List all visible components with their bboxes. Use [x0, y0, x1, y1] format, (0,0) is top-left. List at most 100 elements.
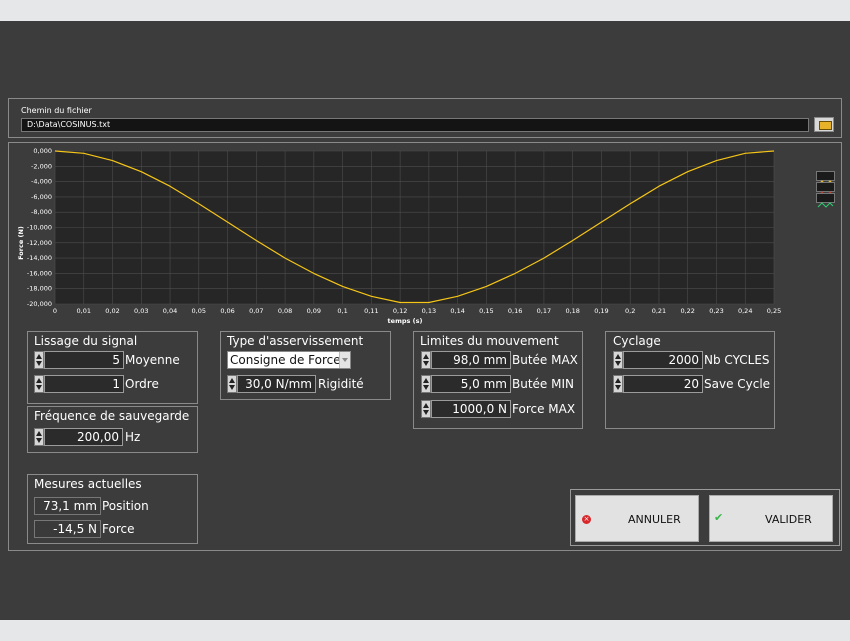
x-tick-label: 0,05	[192, 307, 206, 315]
file-path-panel: Chemin du fichier D:\Data\COSINUS.txt	[8, 98, 842, 138]
asservissement-title: Type d'asservissement	[227, 334, 364, 348]
x-tick-label: 0,2	[625, 307, 635, 315]
valider-button[interactable]: ✔ VALIDER	[709, 495, 833, 542]
annuler-label: ANNULER	[628, 513, 681, 526]
position-label: Position	[102, 499, 149, 513]
annuler-button[interactable]: × ANNULER	[575, 495, 699, 542]
moyenne-spinner[interactable]	[34, 351, 44, 369]
y-tick-label: -14,000	[27, 254, 52, 262]
x-tick-label: 0,25	[767, 307, 781, 315]
save-cycle-spinner[interactable]	[613, 375, 623, 393]
butee-max-spinner[interactable]	[421, 351, 431, 369]
lissage-panel: Lissage du signal 5 Moyenne 1 Ordre	[27, 331, 198, 404]
moyenne-input[interactable]: 5	[44, 351, 124, 369]
x-axis-label: temps (s)	[388, 317, 423, 325]
y-tick-label: -16,000	[27, 269, 52, 277]
x-tick-label: 0,17	[537, 307, 551, 315]
line-plot-icon-red[interactable]	[816, 182, 835, 197]
chevron-down-icon	[339, 352, 350, 368]
y-tick-label: -6,000	[31, 193, 52, 201]
y-tick-label: -12,000	[27, 239, 52, 247]
frequence-input[interactable]: 200,00	[44, 428, 123, 446]
y-tick-label: -18,000	[27, 285, 52, 293]
y-axis-label: Force (N)	[17, 226, 25, 260]
force-display: -14,5 N	[34, 520, 101, 538]
x-tick-label: 0,06	[220, 307, 234, 315]
y-tick-label: -2,000	[31, 162, 52, 170]
x-tick-label: 0,14	[450, 307, 464, 315]
butee-min-label: Butée MIN	[512, 377, 574, 391]
x-tick-label: 0,09	[307, 307, 321, 315]
x-tick-label: 0,04	[163, 307, 177, 315]
rigidite-label: Rigidité	[318, 377, 364, 391]
x-tick-label: 0,03	[134, 307, 148, 315]
x-tick-label: 0,13	[422, 307, 436, 315]
butee-min-spinner[interactable]	[421, 375, 431, 393]
x-tick-label: 0,23	[709, 307, 723, 315]
nb-cycles-input[interactable]: 2000	[623, 351, 703, 369]
x-tick-label: 0,12	[393, 307, 407, 315]
nb-cycles-spinner[interactable]	[613, 351, 623, 369]
check-icon: ✔	[714, 511, 724, 524]
x-tick-label: 0,11	[364, 307, 378, 315]
x-tick-label: 0,1	[337, 307, 347, 315]
x-tick-label: 0,22	[680, 307, 694, 315]
ordre-spinner[interactable]	[34, 375, 44, 393]
ordre-label: Ordre	[125, 377, 159, 391]
asservissement-panel: Type d'asservissement Consigne de Force …	[220, 331, 391, 400]
frequence-title: Fréquence de sauvegarde	[34, 409, 190, 423]
force-max-input[interactable]: 1000,0 N	[431, 400, 511, 418]
save-cycle-input[interactable]: 20	[623, 375, 703, 393]
x-tick-label: 0	[53, 307, 57, 315]
line-plot-icon-yellow[interactable]	[816, 171, 835, 186]
x-tick-label: 0,02	[105, 307, 119, 315]
force-max-spinner[interactable]	[421, 400, 431, 418]
butee-max-input[interactable]: 98,0 mm	[431, 351, 511, 369]
ordre-input[interactable]: 1	[44, 375, 124, 393]
x-tick-label: 0,24	[738, 307, 752, 315]
cancel-icon: ×	[582, 515, 591, 524]
rigidite-spinner[interactable]	[227, 375, 237, 393]
x-tick-label: 0,15	[479, 307, 493, 315]
frequence-unit: Hz	[125, 430, 141, 444]
butee-max-label: Butée MAX	[512, 353, 578, 367]
valider-label: VALIDER	[765, 513, 812, 526]
browse-folder-button[interactable]	[814, 117, 834, 132]
action-buttons-panel: × ANNULER ✔ VALIDER	[570, 489, 840, 546]
mode-dropdown-value: Consigne de Force	[230, 353, 341, 367]
x-tick-label: 0,18	[565, 307, 579, 315]
plot-legend[interactable]	[816, 171, 836, 208]
y-tick-label: -10,000	[27, 224, 52, 232]
y-tick-label: 0,000	[33, 147, 52, 155]
x-tick-label: 0,08	[278, 307, 292, 315]
x-tick-label: 0,19	[594, 307, 608, 315]
save-cycle-label: Save Cycle	[704, 377, 771, 391]
file-path-label: Chemin du fichier	[21, 106, 92, 115]
cyclage-title: Cyclage	[613, 334, 661, 348]
cyclage-panel: Cyclage 2000 Nb CYCLES 20 Save Cycle	[605, 331, 775, 429]
file-path-text: D:\Data\COSINUS.txt	[27, 120, 111, 129]
rigidite-input[interactable]: 30,0 N/mm	[237, 375, 316, 393]
limites-panel: Limites du mouvement 98,0 mm Butée MAX 5…	[413, 331, 583, 429]
line-plot-icon-green[interactable]	[816, 193, 835, 208]
force-time-chart: 0,000 -2,000 -4,000 -6,000 -8,000 -10,000 -12,…	[17, 147, 781, 325]
moyenne-label: Moyenne	[125, 353, 180, 367]
x-tick-label: 0,16	[508, 307, 522, 315]
file-path-input[interactable]: D:\Data\COSINUS.txt	[21, 118, 809, 132]
frequence-panel: Fréquence de sauvegarde 200,00 Hz	[27, 406, 198, 453]
x-tick-label: 0,01	[77, 307, 91, 315]
lissage-title: Lissage du signal	[34, 334, 138, 348]
nb-cycles-label: Nb CYCLES	[704, 353, 770, 367]
x-tick-label: 0,07	[249, 307, 263, 315]
mode-dropdown[interactable]: Consigne de Force	[227, 351, 351, 369]
y-tick-label: -20,000	[27, 300, 52, 308]
force-label: Force	[102, 522, 135, 536]
mesures-title: Mesures actuelles	[34, 477, 142, 491]
y-tick-label: -8,000	[31, 208, 52, 216]
x-tick-label: 0,21	[652, 307, 666, 315]
mesures-panel: Mesures actuelles 73,1 mm Position -14,5…	[27, 474, 198, 544]
butee-min-input[interactable]: 5,0 mm	[431, 375, 511, 393]
limites-title: Limites du mouvement	[420, 334, 559, 348]
frequence-spinner[interactable]	[34, 428, 44, 446]
y-tick-label: -4,000	[31, 178, 52, 186]
